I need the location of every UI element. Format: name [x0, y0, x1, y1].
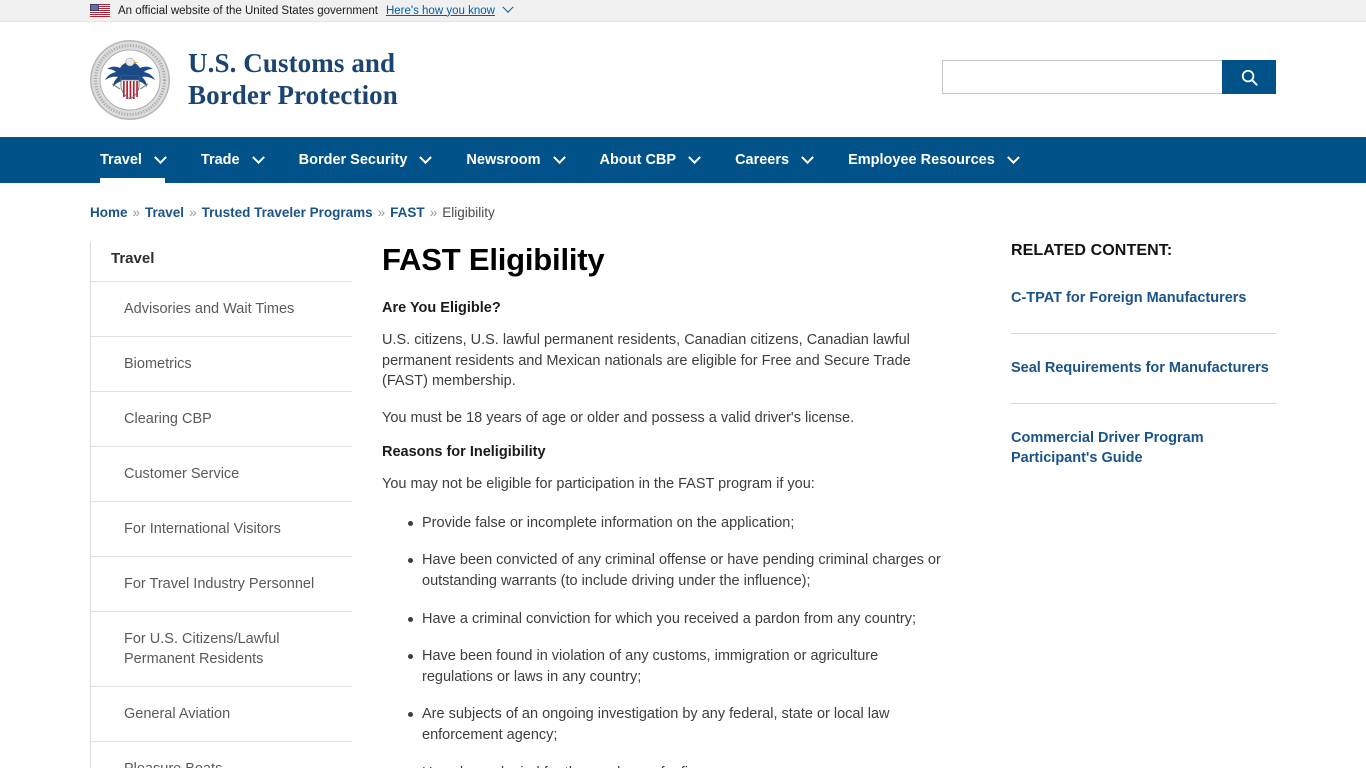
list-item: Have been denied for the purchase of a f… [382, 763, 942, 768]
how-you-know-link[interactable]: Here's how you know [386, 1, 514, 17]
list-item: Have been convicted of any criminal offe… [382, 550, 942, 591]
site-search [942, 60, 1276, 94]
eligible-paragraph-2: You must be 18 years of age or older and… [382, 409, 855, 426]
ineligibility-intro: You may not be eligible for participatio… [382, 476, 815, 493]
nav-item-label: Careers [735, 152, 790, 168]
nav-item-travel[interactable]: Travel [90, 137, 183, 183]
chevron-down-icon [154, 150, 167, 164]
chevron-down-icon [801, 150, 814, 164]
sidebar-item-general-aviation[interactable]: General Aviation [91, 687, 352, 742]
sidebar-item-biometrics[interactable]: Biometrics [91, 337, 352, 392]
nav-item-label: Border Security [298, 152, 408, 168]
sidebar-title: Travel [91, 242, 352, 282]
nav-item-label: Trade [200, 152, 240, 168]
breadcrumb-item-home[interactable]: Home [90, 205, 128, 220]
sidebar-item-clearing-cbp[interactable]: Clearing CBP [91, 392, 352, 447]
search-input[interactable] [942, 60, 1222, 94]
breadcrumb-separator: » [132, 205, 141, 220]
breadcrumb-item-eligibility: Eligibility [442, 205, 495, 220]
chevron-down-icon [552, 150, 566, 164]
nav-item-about-cbp[interactable]: About CBP [582, 137, 718, 183]
chevron-down-icon [251, 150, 265, 164]
search-icon [1241, 69, 1258, 86]
list-item: Have been found in violation of any cust… [382, 646, 942, 687]
eligible-heading: Are You Eligible? [382, 300, 501, 316]
sidebar-item-for-international-visitors[interactable]: For International Visitors [91, 502, 352, 557]
nav-item-employee-resources[interactable]: Employee Resources [830, 137, 1036, 183]
list-item: Are subjects of an ongoing investigation… [382, 704, 942, 745]
breadcrumb-separator: » [189, 205, 197, 220]
us-flag-icon [90, 4, 110, 17]
sidebar-item-for-u-s-citizens-lawful-permanent-residents[interactable]: For U.S. Citizens/Lawful Permanent Resid… [91, 612, 352, 687]
breadcrumb: Home » Travel » Trusted Traveler Programs » FA… [80, 183, 1286, 220]
nav-item-label: Travel [100, 152, 142, 168]
gov-banner-text: An official website of the United States… [118, 4, 378, 17]
page-content: Travel Advisories and Wait Times Biometri… [80, 242, 1286, 768]
primary-navigation: Travel Trade Border Security Newsroom About … [0, 137, 1366, 183]
how-you-know-label[interactable]: Here's how you know [386, 5, 495, 17]
gov-banner: An official website of the United States… [0, 0, 1366, 22]
chevron-down-icon [688, 150, 701, 164]
breadcrumb-separator: » [429, 205, 438, 220]
nav-item-label: Newsroom [466, 152, 541, 168]
nav-item-careers[interactable]: Careers [717, 137, 830, 183]
related-content-sidebar: RELATED CONTENT: C-TPAT for Foreign Manu… [1011, 242, 1276, 768]
nav-item-label: About CBP [599, 152, 677, 168]
breadcrumb-item-trusted-traveler-programs[interactable]: Trusted Traveler Programs [202, 205, 373, 220]
related-content-link[interactable]: Commercial Driver Program Participant's … [1011, 428, 1276, 493]
sidebar-item-pleasure-boats[interactable]: Pleasure Boats [91, 742, 352, 768]
chevron-down-icon [419, 150, 433, 164]
nav-item-border-security[interactable]: Border Security [281, 137, 449, 183]
breadcrumb-separator: » [377, 205, 386, 220]
list-item: Provide false or incomplete information … [382, 513, 942, 534]
section-sidebar: Travel Advisories and Wait Times Biometri… [90, 242, 352, 768]
sidebar-item-for-travel-industry-personnel[interactable]: For Travel Industry Personnel [91, 557, 352, 612]
related-content-link[interactable]: C-TPAT for Foreign Manufacturers [1011, 288, 1276, 334]
search-button[interactable] [1222, 60, 1276, 94]
breadcrumb-item-travel[interactable]: Travel [145, 205, 184, 220]
ineligibility-list: Provide false or incomplete information … [382, 513, 942, 768]
eligible-paragraph-1: U.S. citizens, U.S. lawful permanent res… [382, 332, 911, 390]
cbp-seal-icon [90, 39, 170, 120]
site-logo-link[interactable]: U.S. Customs and Border Protection [90, 39, 398, 120]
nav-item-trade[interactable]: Trade [183, 137, 281, 183]
site-logo-text: U.S. Customs and Border Protection [188, 48, 398, 111]
sidebar-item-customer-service[interactable]: Customer Service [91, 447, 352, 502]
nav-item-label: Employee Resources [848, 152, 995, 168]
page-title: FAST Eligibility [382, 242, 605, 277]
ineligibility-heading: Reasons for Ineligibility [382, 444, 546, 461]
breadcrumb-item-fast[interactable]: FAST [390, 205, 425, 220]
sidebar-item-advisories-and-wait-times[interactable]: Advisories and Wait Times [91, 282, 352, 337]
logo-line-2: Border Protection [188, 79, 398, 110]
main-content: FAST Eligibility Are You Eligible? U.S. … [382, 242, 942, 768]
chevron-down-icon [502, 1, 514, 13]
nav-item-newsroom[interactable]: Newsroom [448, 137, 581, 183]
related-content-link[interactable]: Seal Requirements for Manufacturers [1011, 358, 1276, 404]
related-content-title: RELATED CONTENT: [1011, 242, 1173, 259]
chevron-down-icon [1006, 150, 1020, 164]
list-item: Have a criminal conviction for which you… [382, 609, 942, 630]
site-header: U.S. Customs and Border Protection [0, 22, 1366, 137]
logo-line-1: U.S. Customs and [188, 48, 396, 79]
